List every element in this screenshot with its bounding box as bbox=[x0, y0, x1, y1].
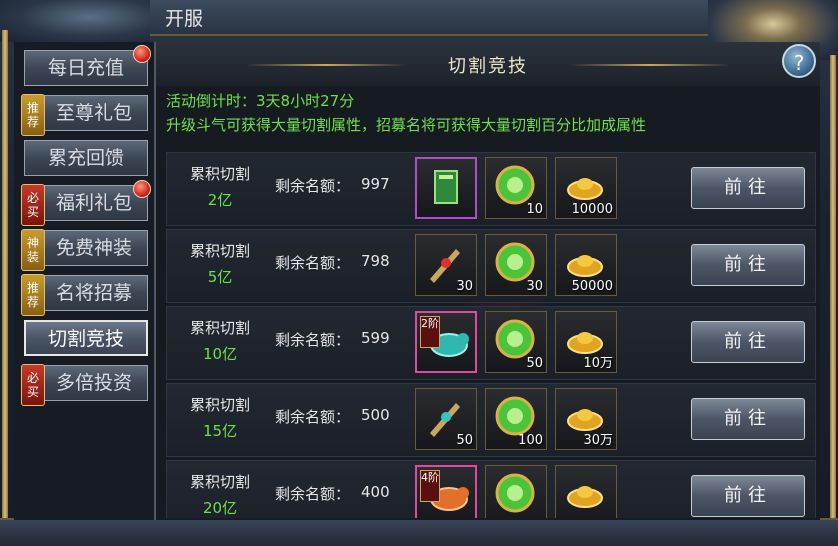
reward-count: 50 bbox=[456, 433, 473, 448]
divine-gear-tag: 神装 bbox=[21, 229, 45, 271]
reward-slot[interactable]: 50 bbox=[415, 388, 477, 450]
main-panel: 切割竞技 ? 活动倒计时：3天8小时27分 升级斗气可获得大量切割属性，招募名将… bbox=[154, 42, 820, 520]
panel-title-bar: 切割竞技 ? bbox=[156, 42, 820, 86]
quota-value: 599 bbox=[361, 329, 390, 347]
reward-slot[interactable]: 100 bbox=[485, 388, 547, 450]
tier-name: 累积切割 bbox=[189, 319, 250, 337]
sidebar-item-label: 每日充值 bbox=[47, 57, 124, 79]
quota-label: 剩余名额： bbox=[275, 177, 351, 195]
tier-amount: 5亿 bbox=[207, 268, 233, 286]
rank-badge: 4阶 bbox=[420, 470, 440, 502]
reward-slot[interactable]: 2阶 bbox=[415, 311, 477, 373]
reward-count: 100 bbox=[518, 433, 543, 448]
notification-dot-icon bbox=[133, 180, 151, 198]
tier-amount: 2亿 bbox=[207, 191, 233, 209]
countdown: 活动倒计时：3天8小时27分 bbox=[166, 90, 354, 111]
reward-count: 10万 bbox=[583, 356, 613, 371]
tier-amount: 10亿 bbox=[202, 345, 238, 363]
reward-slot[interactable]: 50 bbox=[485, 311, 547, 373]
countdown-label: 活动倒计时： bbox=[166, 92, 257, 110]
go-button[interactable]: 前往 bbox=[691, 398, 805, 440]
frame-edge-right bbox=[830, 55, 836, 546]
sidebar-item-general-recruit[interactable]: 推荐 名将招募 bbox=[21, 274, 148, 316]
go-button[interactable]: 前往 bbox=[691, 244, 805, 286]
reward-slot[interactable]: 10000 bbox=[555, 157, 617, 219]
reward-count: 30 bbox=[456, 279, 473, 294]
reward-count: 50 bbox=[526, 356, 543, 371]
reward-row: 累积切割 5亿 剩余名额： 798 30 30 50000 前往 bbox=[166, 229, 816, 303]
tier-name: 累积切割 bbox=[189, 242, 250, 260]
sidebar-item-label: 切割竞技 bbox=[47, 328, 124, 350]
reward-slot[interactable]: 30万 bbox=[555, 388, 617, 450]
reward-slot[interactable]: 50000 bbox=[555, 234, 617, 296]
reward-count: 30 bbox=[526, 279, 543, 294]
event-description: 升级斗气可获得大量切割属性，招募名将可获得大量切割百分比加成属性 bbox=[166, 116, 647, 134]
tier-name: 累积切割 bbox=[189, 165, 250, 183]
sidebar-item-supreme-pack[interactable]: 推荐 至尊礼包 bbox=[21, 94, 148, 136]
tier-amount: 20亿 bbox=[202, 499, 238, 517]
rank-badge: 2阶 bbox=[420, 316, 440, 348]
window-title: 开服 bbox=[165, 8, 204, 30]
go-button[interactable]: 前往 bbox=[691, 167, 805, 209]
reward-slot[interactable]: 30 bbox=[415, 234, 477, 296]
go-button[interactable]: 前往 bbox=[691, 321, 805, 363]
reward-row: 累积切割 2亿 剩余名额： 997 10 10000 前往 bbox=[166, 152, 816, 226]
reward-count: 10 bbox=[526, 202, 543, 217]
frame-bottom bbox=[0, 518, 838, 546]
help-button[interactable]: ? bbox=[782, 44, 816, 78]
reward-count: 30万 bbox=[583, 433, 613, 448]
sidebar-item-label: 免费神装 bbox=[55, 237, 132, 259]
reward-slot[interactable] bbox=[485, 465, 547, 518]
sidebar-item-label: 累充回馈 bbox=[47, 147, 124, 169]
quota-label: 剩余名额： bbox=[275, 254, 351, 272]
gold-ingot-icon bbox=[567, 486, 603, 508]
reward-row: 累积切割 15亿 剩余名额： 500 50 100 30万 前往 bbox=[166, 383, 816, 457]
sidebar-item-free-gear[interactable]: 神装 免费神装 bbox=[21, 229, 148, 271]
must-buy-tag: 必买 bbox=[21, 184, 45, 226]
sidebar-item-label: 名将招募 bbox=[55, 282, 132, 304]
must-buy-tag: 必买 bbox=[21, 364, 45, 406]
frame-edge-left bbox=[2, 30, 8, 546]
quota-label: 剩余名额： bbox=[275, 485, 351, 503]
reward-slot[interactable] bbox=[555, 465, 617, 518]
countdown-value: 3天8小时27分 bbox=[256, 92, 355, 110]
quota-value: 798 bbox=[361, 252, 390, 270]
reward-slot[interactable] bbox=[415, 157, 477, 219]
reward-row: 累积切割 20亿 剩余名额： 400 4阶 前往 bbox=[166, 460, 816, 518]
quota-label: 剩余名额： bbox=[275, 331, 351, 349]
notification-dot-icon bbox=[133, 45, 151, 63]
tier-name: 累积切割 bbox=[189, 396, 250, 414]
dragon-ornament-left bbox=[0, 0, 150, 42]
quota-value: 997 bbox=[361, 175, 390, 193]
sidebar-item-label: 福利礼包 bbox=[55, 192, 132, 214]
quota-value: 400 bbox=[361, 483, 390, 501]
quota-label: 剩余名额： bbox=[275, 408, 351, 426]
reward-count: 10000 bbox=[571, 202, 613, 217]
quota-value: 500 bbox=[361, 406, 390, 424]
reward-slot[interactable]: 10万 bbox=[555, 311, 617, 373]
green-book-icon bbox=[434, 170, 458, 204]
sidebar-item-label: 多倍投资 bbox=[55, 372, 132, 394]
tier-name: 累积切割 bbox=[189, 473, 250, 491]
reward-slot[interactable]: 4阶 bbox=[415, 465, 477, 518]
recommend-tag: 推荐 bbox=[21, 94, 45, 136]
sidebar: 每日充值 推荐 至尊礼包 累充回馈 必买 福利礼包 神装 免费神装 推荐 名将招… bbox=[14, 42, 154, 520]
sidebar-item-cut-arena[interactable]: 切割竞技 bbox=[24, 320, 148, 356]
sidebar-item-label: 至尊礼包 bbox=[55, 102, 132, 124]
reward-list[interactable]: 累积切割 2亿 剩余名额： 997 10 10000 前往 累积切割 5亿 剩余… bbox=[166, 142, 816, 518]
sidebar-item-welfare-pack[interactable]: 必买 福利礼包 bbox=[21, 180, 151, 226]
top-bar bbox=[150, 0, 710, 36]
title-ornament-right bbox=[570, 64, 730, 66]
sidebar-item-multi-invest[interactable]: 必买 多倍投资 bbox=[21, 364, 148, 406]
reward-count: 50000 bbox=[571, 279, 613, 294]
sidebar-item-cumulative-recharge[interactable]: 累充回馈 bbox=[24, 140, 148, 176]
reward-row: 累积切割 10亿 剩余名额： 599 2阶 50 10万 前往 bbox=[166, 306, 816, 380]
reward-slot[interactable]: 30 bbox=[485, 234, 547, 296]
tier-amount: 15亿 bbox=[202, 422, 238, 440]
sidebar-item-daily-recharge[interactable]: 每日充值 bbox=[24, 45, 151, 86]
reward-slot[interactable]: 10 bbox=[485, 157, 547, 219]
recommend-tag: 推荐 bbox=[21, 274, 45, 316]
go-button[interactable]: 前往 bbox=[691, 475, 805, 517]
green-gem-icon bbox=[495, 473, 535, 513]
